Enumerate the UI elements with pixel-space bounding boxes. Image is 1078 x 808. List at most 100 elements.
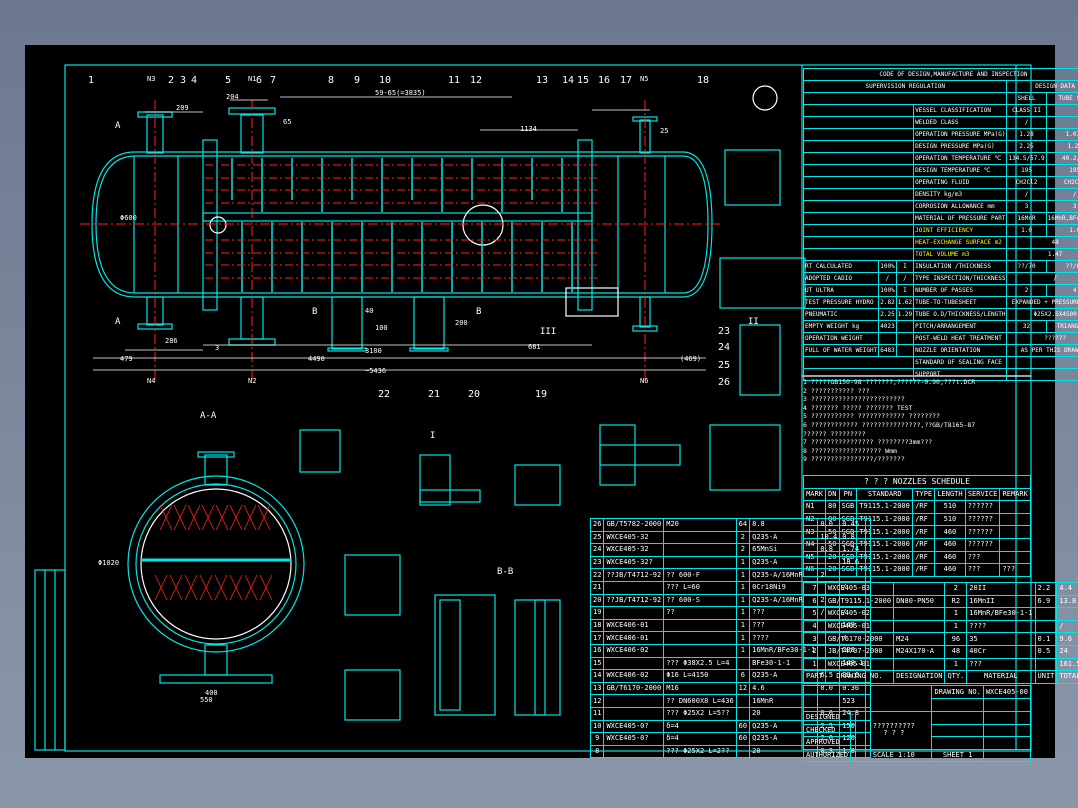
part-cell: [663, 618, 737, 633]
left-blank: [802, 356, 915, 369]
part-cell: 1: [735, 568, 751, 582]
part-cell: 35: [966, 632, 1036, 646]
part-cell: ??JB/T4712-92: [603, 568, 665, 582]
part-callout-1: 1: [88, 75, 95, 86]
part-cell: [893, 619, 946, 634]
left-value-1: 4023: [878, 320, 897, 333]
part-callout-3: 3: [180, 75, 187, 86]
part-callout-18: 18: [697, 75, 710, 86]
part-callout-8: 8: [328, 75, 335, 86]
part-cell: WXCE405-01: [824, 657, 895, 672]
dimension-4490: 4490: [308, 355, 325, 363]
tube-value: 4: [1045, 284, 1078, 297]
part-cell: ??JB/T4712-92: [603, 593, 665, 608]
part-cell: [865, 518, 872, 532]
shell-value: /: [1006, 188, 1047, 201]
part-cell: 4.4: [1056, 582, 1078, 596]
part-cell: ?? 600-S: [663, 593, 737, 608]
dimension-3: 3: [215, 344, 220, 352]
part-row: 23 WXCE405-32? 1 Q235-A 18.6: [589, 555, 872, 570]
tube-value: 195: [1045, 164, 1078, 177]
shell-value: 2: [1006, 284, 1047, 297]
note-line: 1 ?????GB150-98 ???????,??????-0.90,???t…: [803, 378, 976, 386]
part-cell: 6: [803, 594, 826, 609]
parts-list-right: 7 WXCE405-03 2 20II 2.2 4.4 6 GB/T9115.1-2000 DN…: [803, 582, 1078, 684]
dimension-25: 25: [660, 127, 669, 135]
section-label-aa-0: A-A: [200, 411, 217, 421]
design-data-table: CODE OF DESIGN,MANUFACTURE AND INSPECTIO…: [802, 68, 1078, 381]
part-cell: [865, 543, 872, 557]
dimension-3100: 3100: [365, 347, 382, 355]
part-cell: [893, 582, 946, 596]
drawing-subtitle: ? ? ?: [883, 729, 905, 738]
design-param-value: 48: [1006, 236, 1078, 249]
part-cell: 9: [589, 732, 605, 746]
part-cell: 3: [803, 632, 826, 646]
nozzle-cell: /RF: [912, 550, 936, 565]
design-param-label: PITCH/ARRANGEMENT: [913, 320, 1008, 333]
section-label-ii-3: II: [748, 317, 759, 327]
part-cell: 18: [589, 618, 605, 633]
design-param-label: TUBE-TO-TUBESHEET: [913, 296, 1008, 309]
left-blank: [802, 140, 915, 153]
part-cell: 6: [735, 669, 751, 683]
nozzle-tag-n1: N1: [248, 75, 257, 83]
part-cell: [1034, 657, 1058, 672]
left-blank: [802, 128, 915, 141]
nozzle-cell: [999, 537, 1031, 552]
nozzle-cell: ??????: [964, 512, 1001, 527]
part-callout-6: 6: [256, 75, 263, 86]
nozzle-cell: ??????: [964, 537, 1001, 552]
part-cell: WXCE406-02: [603, 643, 665, 658]
nozzle-cell: [999, 525, 1031, 539]
design-row: CORROSION ALLOWANCE mm 3 3: [802, 200, 1078, 213]
part-cell: 13: [589, 681, 605, 696]
design-param-label: STANDARD OF SEALING FACE: [913, 356, 1008, 369]
drawing-sheet: 1 2 3 4 5 6 7 8 9 10 11 12 13 14 15 16 17 18 22 21 20 19 N3 N1 N…: [25, 45, 1078, 763]
sheet-label: SHEET: [942, 751, 964, 760]
part-cell: 21: [589, 580, 605, 595]
left-param: TEST PRESSURE HYDRO: [802, 296, 880, 309]
note-line: 4 ??????? ????? ??????? TEST: [803, 403, 913, 412]
design-row: HEAT-EXCHANGE SURFACE m2 48: [802, 236, 1078, 249]
part-cell: 4: [803, 619, 826, 634]
part-cell: 0.5: [1034, 644, 1058, 659]
drawing-no-label: DRAWING NO.: [931, 685, 984, 699]
part-cell: [663, 643, 737, 658]
design-param-value: AS PER THIS DRAWING: [1006, 344, 1078, 357]
left-blank: [802, 248, 915, 261]
left-param: OPERATION WEIGHT: [802, 332, 880, 345]
design-row: TOTAL VOLUME m3 1.47: [802, 248, 1078, 261]
part-cell: [893, 657, 946, 672]
part-cell: 1: [735, 580, 751, 595]
shell-value: /: [1006, 116, 1047, 129]
part-cell: ?? DN600X8 L=436: [663, 694, 737, 708]
nozzle-tag-n4: N4: [147, 377, 156, 385]
part-callout-13: 13: [536, 75, 549, 86]
part-cell: 2: [735, 543, 751, 557]
design-row: JOINT EFFICIENCY1.01.0: [802, 224, 1078, 237]
part-cell: 2: [817, 568, 841, 582]
design-row: DESIGN TEMPERATURE ℃195195: [802, 164, 1078, 177]
design-param-label: MATERIAL OF PRESSURE PART: [913, 212, 1008, 225]
part-cell: 16MnR/BFe30-1-1: [966, 607, 1036, 621]
part-cell: WXCE405-0?: [603, 732, 665, 746]
dimension-40: 40: [365, 307, 374, 315]
part-cell: 40Cr: [966, 644, 1036, 659]
part-cell: 18.6: [839, 555, 867, 570]
dimension-5436: ~5436: [365, 367, 387, 375]
part-cell: 26: [589, 518, 605, 532]
dimension-1020: Φ1020: [98, 559, 120, 567]
nozzle-cell: T9115.1-2000: [856, 500, 914, 514]
shell-value: 32: [1006, 320, 1047, 333]
nozzle-cell: N1: [803, 500, 826, 514]
part-cell: 19: [589, 606, 605, 620]
part-cell: [1034, 607, 1058, 621]
part-cell: ??? L=60: [663, 580, 737, 595]
left-param: ADOPTED CADIO: [802, 272, 880, 285]
design-param-label: JOINT EFFICIENCY: [913, 224, 1008, 237]
design-row: RT CALCULATED 100% I INSULATION /THICKNESS?…: [802, 260, 1078, 273]
tube-value: ??/80: [1045, 260, 1078, 273]
design-row: OPERATION TEMPERATURE ℃134.5/57.940.2/50: [802, 152, 1078, 165]
left-param: FULL OF WATER WEIGHT: [802, 344, 880, 357]
